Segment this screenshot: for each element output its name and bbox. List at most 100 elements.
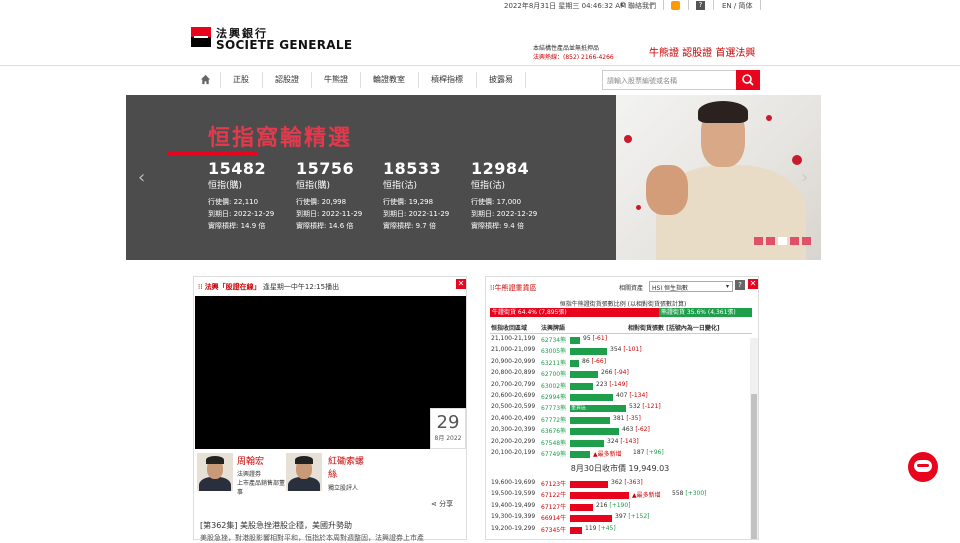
logo-en-text[interactable]: SOCIETE GENERALE <box>216 38 352 52</box>
table-row[interactable]: 20,100-20,199 67749熊 ▲最多新增 187 [+96] <box>486 449 758 460</box>
table-row[interactable]: 19,500-19,599 67122牛 ▲最多新增 558 [+300] <box>486 490 758 501</box>
logo-mark[interactable] <box>191 27 211 47</box>
row-code[interactable]: 63676熊 <box>541 426 566 435</box>
rss-icon[interactable] <box>671 1 680 10</box>
table-row[interactable]: 20,900-20,999 63211熊 86 [-66] <box>486 358 758 369</box>
table-row[interactable]: 21,000-21,099 63005熊 354 [-101] <box>486 346 758 357</box>
search-icon <box>742 74 754 86</box>
carousel-dot[interactable] <box>802 237 811 245</box>
close-icon[interactable]: ✕ <box>456 279 466 289</box>
row-code[interactable]: 67123牛 <box>541 479 566 488</box>
row-range: 20,300-20,399 <box>491 426 536 434</box>
most-new-badge: ▲最多新增 <box>632 492 661 500</box>
row-range: 20,200-20,299 <box>491 437 536 445</box>
video-player[interactable] <box>195 296 466 449</box>
main-nav: 正股 認股證 牛熊證 輪證教室 槓桿指標 披露易 請輸入股票編號或名稱 <box>0 66 960 94</box>
contact-link[interactable]: 聯絡我們 <box>628 1 656 11</box>
warrant-strike: 行使價: 22,110 <box>208 198 259 206</box>
hero-banner[interactable]: 恒指窩輪精選 ‹ 15482 恒指(購) 行使價: 22,110 到期日: 20… <box>126 95 821 260</box>
row-code[interactable]: 62734熊 <box>541 335 566 344</box>
row-code[interactable]: 67749熊 <box>541 449 566 458</box>
table-row[interactable]: 20,300-20,399 63676熊 463 [-62] <box>486 426 758 437</box>
row-code[interactable]: 62700熊 <box>541 369 566 378</box>
carousel-dot[interactable] <box>778 237 787 245</box>
table-row[interactable]: 21,100-21,199 62734熊 95 [-61] <box>486 335 758 346</box>
column-header-count: 相對街貨張數 [括號內為一日變化] <box>628 325 720 332</box>
table-row[interactable]: 20,500-20,599 67773熊 重貨區 532 [-121] <box>486 403 758 414</box>
table-row[interactable]: 19,200-19,299 67345牛 119 [+45] <box>486 525 758 536</box>
warrant-number: 18533 <box>383 159 442 178</box>
chevron-right-icon[interactable]: › <box>801 167 808 188</box>
table-row[interactable]: 20,200-20,299 67548熊 324 [-143] <box>486 437 758 449</box>
close-icon[interactable]: ✕ <box>748 279 758 289</box>
scrollbar[interactable] <box>750 338 758 539</box>
row-code[interactable]: 63002熊 <box>541 381 566 390</box>
guest-role: 獨立股評人 <box>328 485 359 492</box>
row-code[interactable]: 67772熊 <box>541 415 566 424</box>
row-code[interactable]: 67122牛 <box>541 490 566 499</box>
carousel-dot[interactable] <box>766 237 775 245</box>
carousel-dot[interactable] <box>754 237 763 245</box>
nav-item-warrants[interactable]: 認股證 <box>275 74 299 85</box>
row-code[interactable]: 63211熊 <box>541 358 566 367</box>
row-code[interactable]: 62994熊 <box>541 392 566 401</box>
host-org: 法興證券 <box>237 471 262 478</box>
divider <box>760 0 761 10</box>
header: 法興銀行 SOCIETE GENERALE 本結構性產品並無抵押品 法興熱線：(… <box>0 11 960 66</box>
table-row[interactable]: 20,600-20,699 62994熊 407 [-134] <box>486 392 758 403</box>
row-bar <box>570 439 604 447</box>
language-switch[interactable]: EN / 简体 <box>722 1 752 11</box>
help-icon[interactable]: ? <box>696 1 705 10</box>
row-code[interactable]: 67548熊 <box>541 438 566 447</box>
warrant-number: 12984 <box>471 159 530 178</box>
warrant-type: 恒指(購) <box>296 181 331 191</box>
table-row[interactable]: 19,300-19,399 66914牛 397 [+152] <box>486 513 758 524</box>
contact-icon[interactable]: ✆ <box>620 1 626 9</box>
divider <box>476 72 477 88</box>
row-code[interactable]: 67345牛 <box>541 525 566 534</box>
table-row[interactable]: 20,700-20,799 63002熊 223 [-149] <box>486 381 758 392</box>
warrant-card[interactable]: 15482 恒指(購) 行使價: 22,110 到期日: 2022-12-29 … <box>208 159 274 231</box>
nav-item-classroom[interactable]: 輪證教室 <box>373 74 405 85</box>
guest-name: 紅磡索螺絲 <box>328 457 365 480</box>
row-bar <box>570 382 593 390</box>
disclaimer-text: 本結構性產品並無抵押品 <box>533 45 600 52</box>
warrant-leverage: 實際槓桿: 14.6 倍 <box>296 222 354 230</box>
home-icon[interactable] <box>200 74 211 85</box>
help-icon[interactable]: ? <box>735 280 745 290</box>
share-button[interactable]: ⋖ 分享 <box>431 499 453 509</box>
warrant-card[interactable]: 15756 恒指(購) 行使價: 20,998 到期日: 2022-11-29 … <box>296 159 362 231</box>
row-code[interactable]: 66914牛 <box>541 513 566 522</box>
nav-item-stocks[interactable]: 正股 <box>233 74 249 85</box>
chat-button[interactable] <box>908 452 938 482</box>
nav-item-cbbc[interactable]: 牛熊證 <box>324 74 348 85</box>
warrant-card[interactable]: 12984 恒指(沽) 行使價: 17,000 到期日: 2022-12-29 … <box>471 159 537 231</box>
warrant-card[interactable]: 18533 恒指(沽) 行使價: 19,298 到期日: 2022-11-29 … <box>383 159 449 231</box>
bull-ratio-bar: 牛證街貨 64.4% (7,895張) <box>490 308 659 317</box>
most-new-badge: ▲最多新增 <box>593 451 622 458</box>
row-code[interactable]: 67773熊 <box>541 403 566 412</box>
search-button[interactable] <box>736 70 760 90</box>
search-input[interactable]: 請輸入股票編號或名稱 <box>602 70 737 90</box>
divider <box>525 72 526 88</box>
chevron-left-icon[interactable]: ‹ <box>138 167 145 188</box>
nav-item-disclosure[interactable]: 披露易 <box>489 74 513 85</box>
nav-item-leverage[interactable]: 槓桿指標 <box>431 74 463 85</box>
date-day: 29 <box>436 412 460 433</box>
scrollbar-thumb[interactable] <box>751 394 757 539</box>
row-bar <box>570 394 613 401</box>
table-row[interactable]: 19,400-19,499 67127牛 216 [+190] <box>486 502 758 513</box>
row-code[interactable]: 67127牛 <box>541 502 566 511</box>
warrant-leverage: 實際槓桿: 9.7 倍 <box>383 222 436 230</box>
row-code[interactable]: 63005熊 <box>541 346 566 355</box>
video-panel: ⁞⁞ 法興「股證在線」 逢星期一中午12:15播出 ✕ 29 8月 2022 周… <box>193 276 467 542</box>
table-row[interactable]: 20,800-20,899 62700熊 266 [-94] <box>486 369 758 380</box>
table-row[interactable]: 20,400-20,499 67772熊 381 [-35] <box>486 415 758 426</box>
table-row[interactable]: 19,600-19,699 67123牛 362 [-363] <box>486 479 758 490</box>
row-count: 362 [-363] <box>611 479 643 486</box>
episode-title[interactable]: [第362集] 美股急挫港股企穩，美國升勢助 <box>200 520 352 531</box>
carousel-dot[interactable] <box>790 237 799 245</box>
carousel-dots[interactable] <box>754 237 811 245</box>
cbbc-panel: ⁞⁞牛熊證重貨區 相關資產 HSI 恒生指數 ▾ ? ✕ 恒指牛熊證街貨張數比例 … <box>485 276 759 540</box>
asset-select[interactable]: HSI 恒生指數 ▾ <box>649 281 733 292</box>
